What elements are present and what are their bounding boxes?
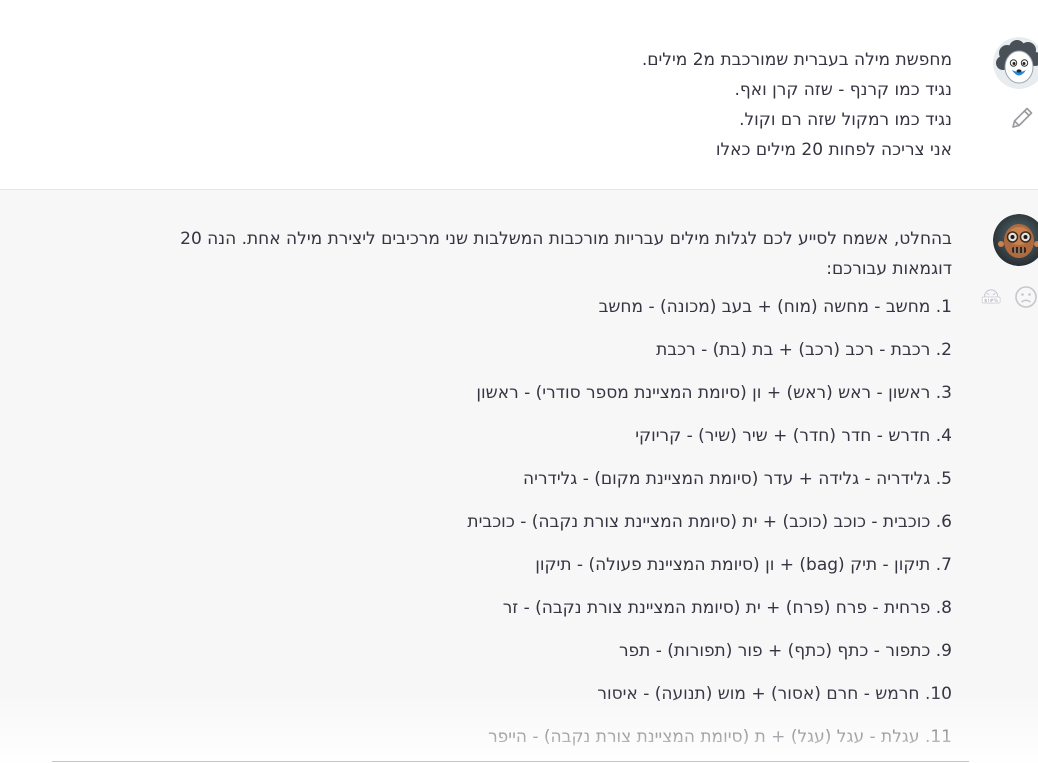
assistant-message: בהחלט, אשמח לסייע לכם לגלות מילים עבריות…	[0, 190, 1038, 763]
list-item: 10. חרמש - חרם (אסור) + מוש (תנועה) - אי…	[597, 684, 952, 704]
user-line: נגיד כמו רמקול שזה רם וקול.	[739, 110, 952, 130]
list-item: 4. חדרש - חדר (חדר) + שיר (שיר) - קריוקי	[635, 426, 952, 446]
user-line: נגיד כמו קרנף - שזה קרן ואף.	[734, 80, 952, 100]
sheep-avatar-icon	[993, 37, 1038, 89]
user-message: מחפשת מילה בעברית שמורכבת מ2 מילים. נגיד…	[0, 0, 1038, 190]
assistant-intro: בהחלט, אשמח לסייע לכם לגלות מילים עבריות…	[180, 229, 952, 279]
list-item: 2. רכבת - רכב (רכב) + בת (בת) - רכבת	[656, 340, 952, 360]
list-item: 6. כוכבית - כוכב (כוכב) + ית (סיומת המצי…	[467, 512, 952, 532]
list-item: 11. עגלת - עגל (עגל) + ת (סיומת המציינת …	[488, 727, 952, 747]
sad-face-icon[interactable]	[1014, 283, 1038, 311]
compound-words-list: 1. מחשב - מחשה (מוח) + בעב (מכונה) - מחש…	[152, 293, 952, 763]
user-message-text: מחפשת מילה בעברית שמורכבת מ2 מילים. נגיד…	[352, 45, 952, 165]
bottom-divider	[52, 761, 969, 762]
list-item: 7. תיקון - תיק (bag) + ון (סיומת המציינת…	[535, 555, 952, 575]
angry-face-icon[interactable]: $!#%	[981, 283, 1015, 311]
rating-icons: $!#%	[981, 283, 1038, 311]
svg-text:$!#%: $!#%	[984, 298, 998, 304]
user-line: מחפשת מילה בעברית שמורכבת מ2 מילים.	[641, 50, 952, 70]
list-item: 3. ראשון - ראש (ראש) + ון (סיומת המציינת…	[476, 383, 952, 403]
list-item: 9. כתפור - כתף (כתף) + פור (תפורות) - תפ…	[618, 641, 952, 661]
list-item: 5. גלידריה - גלידה + עדר (סיומת המציינת …	[523, 469, 952, 489]
pencil-icon[interactable]	[1008, 104, 1036, 132]
user-line: אני צריכה לפחות 20 מילים כאלו	[715, 140, 952, 160]
list-item: 1. מחשב - מחשה (מוח) + בעב (מכונה) - מחש…	[598, 297, 952, 317]
assistant-message-text: בהחלט, אשמח לסייע לכם לגלות מילים עבריות…	[152, 224, 952, 763]
robot-avatar-icon	[993, 214, 1038, 266]
list-item: 8. פרחית - פרח (פרח) + ית (סיומת המציינת…	[502, 598, 952, 618]
